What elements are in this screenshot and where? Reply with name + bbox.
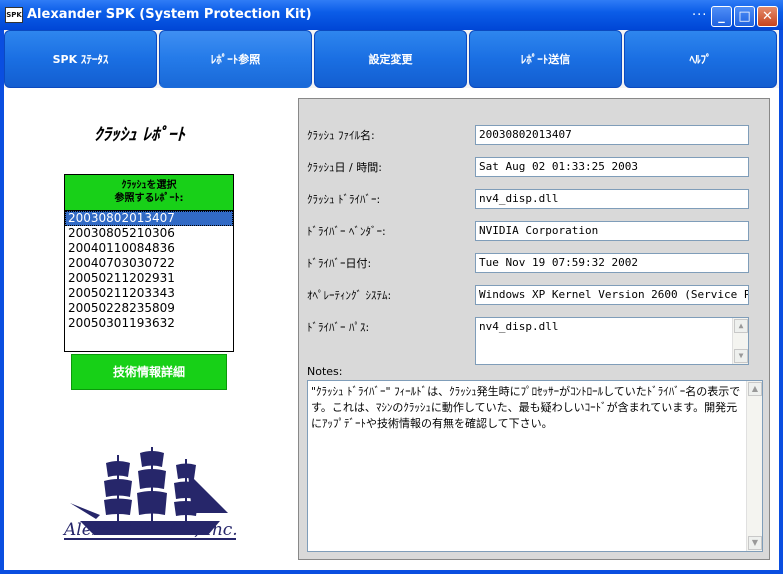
- report-details-panel: ｸﾗｯｼｭ ﾌｧｲﾙ名: 20030802013407 ｸﾗｯｼｭ日 / 時間:…: [298, 98, 770, 560]
- notes-text: "ｸﾗｯｼｭ ﾄﾞﾗｲﾊﾞｰ" ﾌｨｰﾙﾄﾞは、ｸﾗｯｼｭ発生時にﾌﾟﾛｾｯｻｰ…: [311, 385, 741, 430]
- window-title: Alexander SPK (System Protection Kit): [27, 7, 312, 22]
- scroll-up-icon[interactable]: ▲: [748, 382, 762, 396]
- report-list-item[interactable]: 20030805210306: [65, 226, 233, 241]
- tab-send-report[interactable]: ﾚﾎﾟｰﾄ送信: [469, 30, 622, 88]
- list-header-line2: 参照するﾚﾎﾟｰﾄ:: [114, 193, 184, 204]
- app-icon: SPK: [5, 7, 23, 23]
- close-button[interactable]: ✕: [757, 6, 778, 27]
- notes-scrollbar[interactable]: ▲ ▼: [746, 381, 762, 551]
- report-list-item[interactable]: 20050211203343: [65, 286, 233, 301]
- report-list-item[interactable]: 20050211202931: [65, 271, 233, 286]
- driver-vendor-field[interactable]: NVIDIA Corporation: [475, 221, 749, 241]
- tab-spk-status[interactable]: SPK ｽﾃｰﾀｽ: [4, 30, 157, 88]
- crash-datetime-field[interactable]: Sat Aug 02 01:33:25 2003: [475, 157, 749, 177]
- title-bar[interactable]: SPK Alexander SPK (System Protection Kit…: [0, 0, 783, 30]
- scroll-down-icon[interactable]: ▼: [748, 536, 762, 550]
- driver-date-label: ﾄﾞﾗｲﾊﾞｰ日付:: [307, 257, 372, 270]
- tab-settings[interactable]: 設定変更: [314, 30, 467, 88]
- operating-system-field[interactable]: Windows XP Kernel Version 2600 (Service …: [475, 285, 749, 305]
- client-area: ｸﾗｯｼｭ ﾚﾎﾟｰﾄ ｸﾗｯｼｭを選択 参照するﾚﾎﾟｰﾄ: 20030802…: [4, 88, 779, 570]
- report-list-header: ｸﾗｯｼｭを選択 参照するﾚﾎﾟｰﾄ:: [65, 175, 233, 211]
- driver-date-field[interactable]: Tue Nov 19 07:59:32 2002: [475, 253, 749, 273]
- technical-details-button[interactable]: 技術情報詳細: [71, 354, 227, 390]
- report-list-item[interactable]: 20050301193632: [65, 316, 233, 331]
- scroll-up-icon[interactable]: ▲: [734, 319, 748, 333]
- report-list-item[interactable]: 20040110084836: [65, 241, 233, 256]
- company-logo-text: Alexander LAN, Inc.: [64, 520, 238, 540]
- crash-driver-label: ｸﾗｯｼｭ ﾄﾞﾗｲﾊﾞｰ:: [307, 193, 381, 206]
- tab-report-view[interactable]: ﾚﾎﾟｰﾄ参照: [159, 30, 312, 88]
- app-window: SPK Alexander SPK (System Protection Kit…: [0, 0, 783, 574]
- notes-textarea[interactable]: "ｸﾗｯｼｭ ﾄﾞﾗｲﾊﾞｰ" ﾌｨｰﾙﾄﾞは、ｸﾗｯｼｭ発生時にﾌﾟﾛｾｯｻｰ…: [307, 380, 763, 552]
- crash-datetime-label: ｸﾗｯｼｭ日 / 時間:: [307, 161, 382, 174]
- driver-vendor-label: ﾄﾞﾗｲﾊﾞｰ ﾍﾞﾝﾀﾞｰ:: [307, 225, 386, 238]
- report-list-item[interactable]: 20030802013407: [65, 211, 233, 226]
- crash-report-title: ｸﾗｯｼｭ ﾚﾎﾟｰﾄ: [94, 125, 185, 145]
- driver-path-value: nv4_disp.dll: [479, 320, 559, 333]
- tab-help[interactable]: ﾍﾙﾌﾟ: [624, 30, 777, 88]
- crash-filename-field[interactable]: 20030802013407: [475, 125, 749, 145]
- crash-filename-label: ｸﾗｯｼｭ ﾌｧｲﾙ名:: [307, 129, 375, 142]
- crash-driver-field[interactable]: nv4_disp.dll: [475, 189, 749, 209]
- notes-label: Notes:: [307, 365, 343, 378]
- report-list-item[interactable]: 20040703030722: [65, 256, 233, 271]
- maximize-button[interactable]: □: [734, 6, 755, 27]
- report-list[interactable]: 20030802013407 20030805210306 2004011008…: [65, 211, 233, 331]
- driver-path-field[interactable]: nv4_disp.dll ▲ ▼: [475, 317, 749, 365]
- scroll-down-icon[interactable]: ▼: [734, 349, 748, 363]
- tab-bar: SPK ｽﾃｰﾀｽ ﾚﾎﾟｰﾄ参照 設定変更 ﾚﾎﾟｰﾄ送信 ﾍﾙﾌﾟ: [4, 30, 779, 88]
- report-list-panel: ｸﾗｯｼｭを選択 参照するﾚﾎﾟｰﾄ: 20030802013407 20030…: [64, 174, 234, 352]
- report-list-item[interactable]: 20050228235809: [65, 301, 233, 316]
- driver-path-label: ﾄﾞﾗｲﾊﾞｰ ﾊﾟｽ:: [307, 321, 370, 334]
- minimize-button[interactable]: _: [711, 6, 732, 27]
- operating-system-label: ｵﾍﾟﾚｰﾃｨﾝｸﾞ ｼｽﾃﾑ:: [307, 289, 392, 302]
- list-header-line1: ｸﾗｯｼｭを選択: [121, 180, 177, 191]
- driver-path-scrollbar[interactable]: ▲ ▼: [732, 318, 748, 364]
- title-dots: ...: [692, 4, 708, 19]
